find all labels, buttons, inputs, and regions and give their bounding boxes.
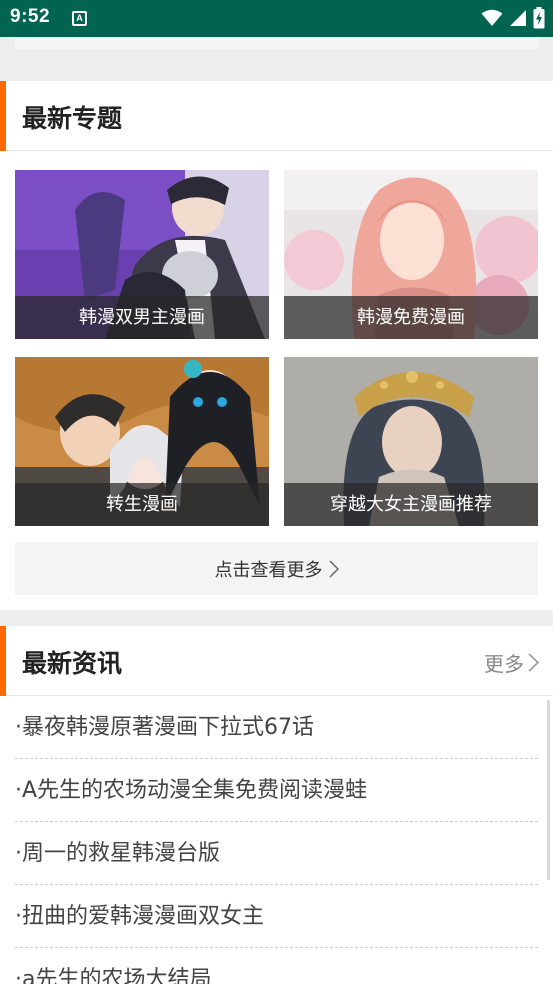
topic-label: 转生漫画 (15, 483, 269, 526)
scrollbar[interactable] (547, 700, 550, 880)
topics-section: 最新专题 (0, 81, 553, 610)
view-more-label: 点击查看更多 (214, 559, 323, 581)
topic-card-bl-manhwa[interactable]: 韩漫双男主漫画 (15, 170, 269, 339)
news-list-item[interactable]: ·a先生的农场大结局 (15, 948, 538, 984)
view-more-button[interactable]: 点击查看更多 (15, 542, 538, 595)
news-header: 最新资讯 更多 (0, 626, 553, 696)
topic-label: 韩漫双男主漫画 (15, 296, 269, 339)
status-icons (481, 7, 545, 29)
more-label: 更多 (484, 652, 524, 676)
chevron-right-icon (528, 653, 539, 672)
notification-icon: A (72, 11, 87, 26)
previous-card-remnant (15, 37, 538, 49)
section-divider (0, 610, 553, 626)
signal-icon (510, 10, 526, 26)
topic-card-reincarnation[interactable]: 转生漫画 (15, 357, 269, 526)
news-list-item[interactable]: ·周一的救星韩漫台版 (15, 822, 538, 885)
topic-label: 韩漫免费漫画 (284, 296, 538, 339)
status-time: 9:52 (10, 6, 51, 27)
news-list-item[interactable]: ·暴夜韩漫原著漫画下拉式67话 (15, 696, 538, 759)
status-bar: 9:52 A (0, 0, 553, 37)
topic-card-free-manhwa[interactable]: 韩漫免费漫画 (284, 170, 538, 339)
news-list-item[interactable]: ·A先生的农场动漫全集免费阅读漫蛙 (15, 759, 538, 822)
section-title: 最新资讯 (22, 649, 123, 678)
wifi-icon (481, 9, 503, 26)
chevron-right-icon (328, 559, 339, 578)
topic-card-time-travel-heroine[interactable]: 穿越大女主漫画推荐 (284, 357, 538, 526)
section-accent-bar (0, 626, 6, 696)
section-title: 最新专题 (22, 104, 123, 133)
news-list-item[interactable]: ·扭曲的爱韩漫漫画双女主 (15, 885, 538, 948)
section-accent-bar (0, 81, 6, 151)
topics-header: 最新专题 (0, 81, 553, 151)
more-news-link[interactable]: 更多 (484, 648, 539, 677)
topic-label: 穿越大女主漫画推荐 (284, 483, 538, 526)
battery-charging-icon (533, 7, 545, 29)
